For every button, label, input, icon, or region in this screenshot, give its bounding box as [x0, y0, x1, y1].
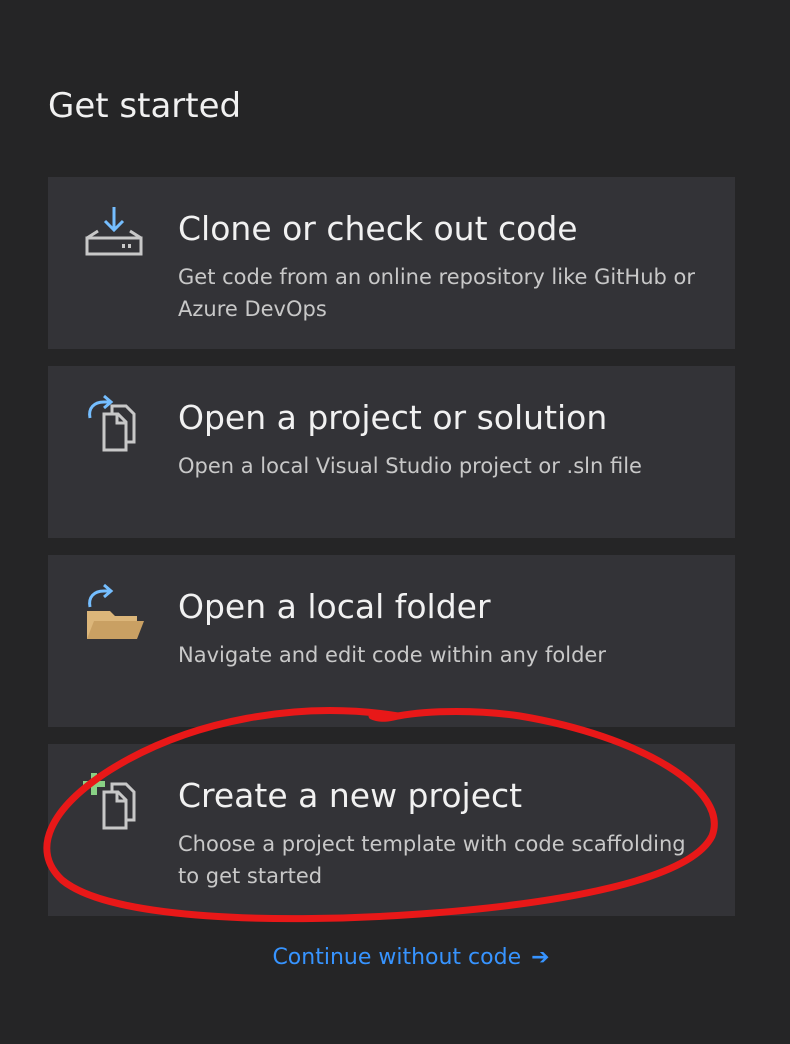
card-description: Open a local Visual Studio project or .s…: [178, 454, 642, 478]
card-title: Clone or check out code: [178, 209, 578, 248]
open-folder-icon: [87, 583, 144, 639]
open-folder-card[interactable]: Open a local folder Navigate and edit co…: [48, 555, 735, 727]
card-title: Open a project or solution: [178, 398, 608, 437]
arrow-right-icon: ➔: [531, 945, 550, 970]
card-description: Choose a project template with code scaf…: [178, 832, 686, 888]
get-started-page: Get started Clone or check out code Get …: [0, 0, 790, 1044]
card-description: Navigate and edit code within any folder: [178, 643, 606, 667]
download-drive-icon: [85, 207, 143, 256]
continue-link-label: Continue without code: [272, 945, 522, 970]
page-title: Get started: [48, 86, 242, 126]
card-title: Open a local folder: [178, 587, 491, 626]
clone-repository-card[interactable]: Clone or check out code Get code from an…: [48, 177, 735, 349]
continue-without-code-link[interactable]: Continue without code ➔: [0, 941, 790, 975]
open-project-card[interactable]: Open a project or solution Open a local …: [48, 366, 735, 538]
card-description: Get code from an online repository like …: [178, 265, 696, 321]
card-title: Create a new project: [178, 776, 523, 815]
open-project-icon: [88, 394, 136, 452]
new-project-icon: [83, 773, 136, 830]
create-new-project-card[interactable]: Create a new project Choose a project te…: [48, 744, 735, 916]
